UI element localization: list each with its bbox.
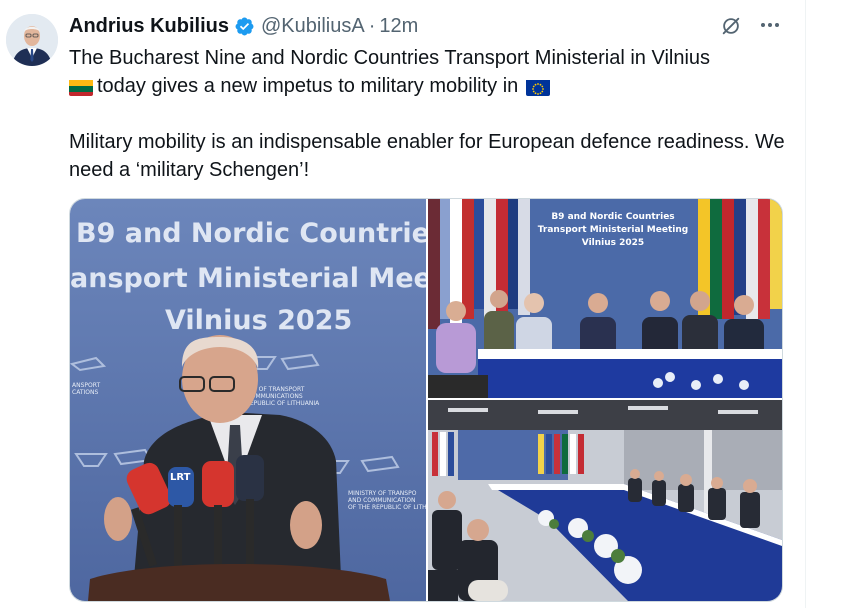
- photo-ministerial-table[interactable]: B9 and Nordic Countries Transport Minist…: [428, 199, 782, 398]
- backdrop-line-3: Vilnius 2025: [165, 305, 352, 336]
- grok-icon[interactable]: [720, 15, 742, 37]
- tr-backdrop-line-2: Transport Ministerial Meeting: [538, 225, 688, 235]
- author-name[interactable]: Andrius Kubilius: [69, 15, 229, 38]
- paragraph-1-line-b: today gives a new impetus to military mo…: [97, 75, 519, 97]
- author-handle[interactable]: @KubiliusA: [261, 15, 365, 38]
- backdrop-side-right: MINISTRY OF TRANSPO AND COMMUNICATION OF T…: [348, 490, 426, 511]
- paragraph-2: Military mobility is an indispensable en…: [69, 131, 785, 181]
- media-grid: B9 and Nordic Countrie ansport Ministeri…: [69, 198, 783, 602]
- tweet-header: Andrius Kubilius @KubiliusA · 12m: [69, 13, 418, 39]
- mic-label: LRT: [170, 472, 191, 483]
- photo-speaker[interactable]: B9 and Nordic Countrie ansport Ministeri…: [70, 199, 426, 601]
- more-icon[interactable]: [758, 13, 782, 37]
- lithuania-flag-icon: [69, 78, 93, 96]
- separator-dot: ·: [368, 14, 376, 37]
- backdrop-line-1: B9 and Nordic Countrie: [76, 218, 426, 249]
- backdrop-side-left: ANSPORT CATIONS: [72, 382, 100, 396]
- verified-badge-icon[interactable]: [234, 16, 255, 37]
- paragraph-1: The Bucharest Nine and Nordic Countries …: [69, 44, 789, 100]
- eu-flag-icon: [525, 78, 550, 96]
- photo-conference-hall[interactable]: [428, 400, 782, 601]
- tr-backdrop-line-3: Vilnius 2025: [582, 238, 644, 248]
- timestamp[interactable]: 12m: [379, 15, 418, 38]
- avatar[interactable]: [6, 14, 58, 66]
- column-divider: [805, 0, 806, 608]
- backdrop-line-2: ansport Ministerial Mee: [70, 263, 426, 294]
- tr-backdrop-line-1: B9 and Nordic Countries: [551, 212, 674, 222]
- tweet-text: The Bucharest Nine and Nordic Countries …: [69, 44, 789, 184]
- paragraph-1-line-a: The Bucharest Nine and Nordic Countries …: [69, 47, 711, 69]
